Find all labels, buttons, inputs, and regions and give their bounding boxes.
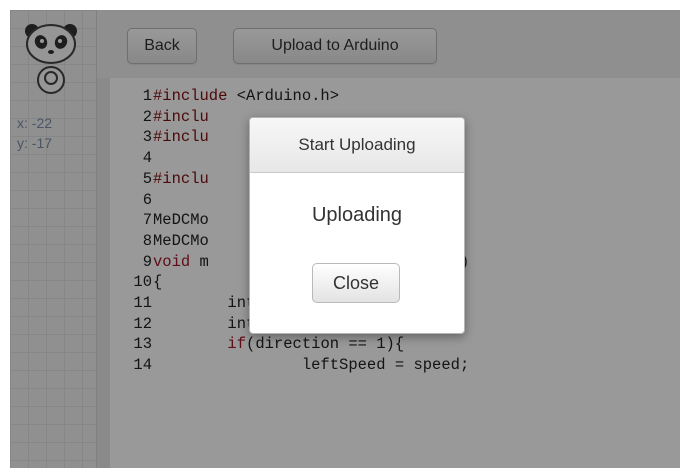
close-button[interactable]: Close <box>312 263 400 303</box>
dialog-title: Start Uploading <box>250 118 464 173</box>
dialog-message: Uploading <box>311 204 403 226</box>
upload-dialog: Start Uploading Uploading Close <box>249 117 465 334</box>
